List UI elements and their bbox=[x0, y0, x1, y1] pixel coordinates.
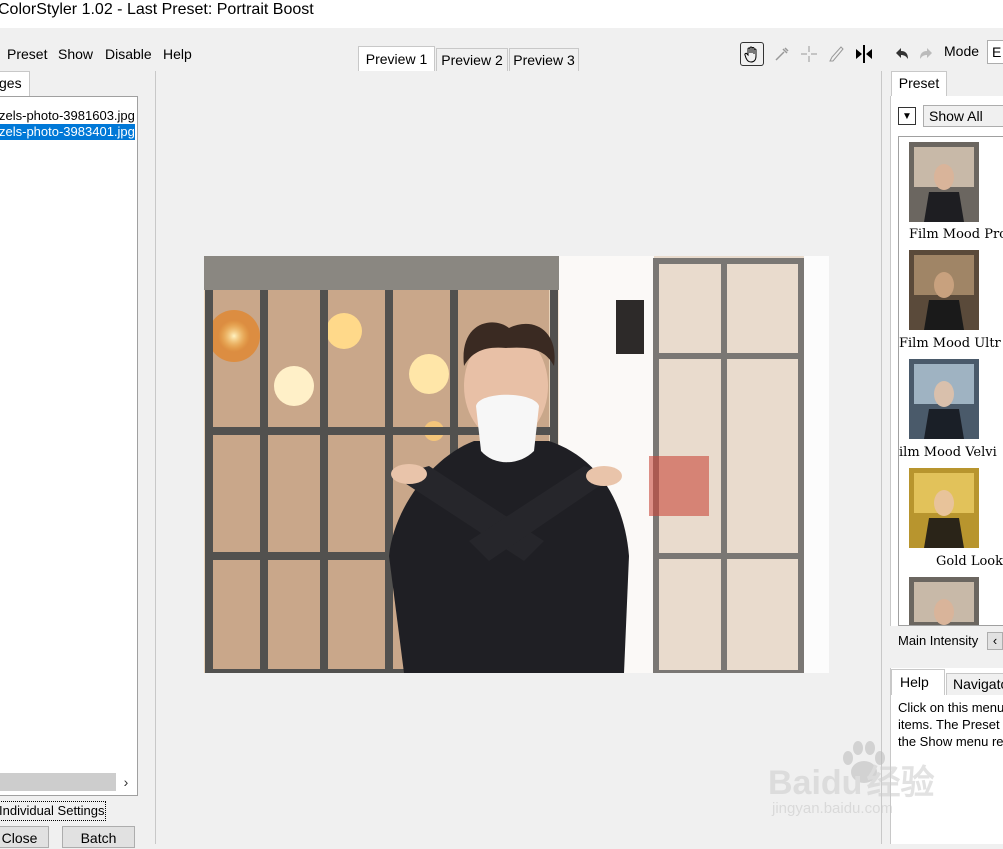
split-compare-icon[interactable] bbox=[852, 42, 876, 66]
title-bar: ColorStyler 1.02 - Last Preset: Portrait… bbox=[0, 0, 1003, 28]
tab-preview-2[interactable]: Preview 2 bbox=[436, 48, 508, 71]
tab-navigator[interactable]: Navigato bbox=[946, 673, 1003, 695]
crosshair-icon[interactable] bbox=[797, 42, 821, 66]
image-file-list[interactable]: zels-photo-3981603.jpg zels-photo-398340… bbox=[0, 96, 138, 796]
scrollbar-thumb[interactable] bbox=[0, 773, 116, 791]
file-item[interactable]: zels-photo-3981603.jpg bbox=[0, 108, 135, 124]
brush-icon[interactable] bbox=[825, 42, 849, 66]
close-button[interactable]: Close bbox=[0, 826, 49, 848]
hand-tool-icon[interactable] bbox=[740, 42, 764, 66]
menu-disable[interactable]: Disable bbox=[105, 46, 152, 62]
menu-help[interactable]: Help bbox=[163, 46, 192, 62]
dropdown-arrow-icon[interactable]: ▼ bbox=[898, 107, 916, 125]
preset-label[interactable]: Gold Look bbox=[936, 554, 1003, 569]
window-title: ColorStyler 1.02 - Last Preset: Portrait… bbox=[0, 1, 314, 18]
preset-label[interactable]: ilm Mood Velvi bbox=[899, 445, 997, 460]
preset-thumbnail[interactable] bbox=[909, 250, 979, 330]
help-text-line: Click on this menu bbox=[898, 700, 1003, 715]
preset-panel: ▼ Show All Film Mood Pro Film Mood Ultr … bbox=[890, 96, 1003, 626]
mode-label: Mode bbox=[944, 43, 980, 59]
menu-show[interactable]: Show bbox=[58, 46, 93, 62]
chevron-left-icon[interactable]: ‹ bbox=[987, 632, 1003, 650]
redo-icon[interactable] bbox=[914, 42, 938, 66]
preset-thumbnail[interactable] bbox=[909, 142, 979, 222]
preset-thumbnail[interactable] bbox=[909, 359, 979, 439]
watermark-brand: Baidu 经验 bbox=[768, 755, 934, 804]
menu-preset[interactable]: Preset bbox=[7, 46, 47, 62]
baidu-watermark: Baidu 经验 jingyan.baidu.com bbox=[768, 740, 978, 825]
tab-preview-1[interactable]: Preview 1 bbox=[358, 46, 435, 71]
eyedropper-icon[interactable] bbox=[770, 42, 794, 66]
preset-label[interactable]: Film Mood Pro bbox=[909, 227, 1003, 242]
watermark-url: jingyan.baidu.com bbox=[772, 800, 893, 817]
watermark-cn: 经验 bbox=[866, 764, 935, 802]
preset-label[interactable]: Film Mood Ultr bbox=[899, 336, 1001, 351]
main-intensity-label: Main Intensity bbox=[898, 633, 979, 648]
mode-select[interactable]: E bbox=[987, 40, 1003, 64]
file-item-selected[interactable]: zels-photo-3983401.jpg bbox=[0, 124, 135, 140]
individual-settings-checkbox[interactable]: Individual Settings bbox=[0, 801, 106, 821]
preset-list[interactable]: Film Mood Pro Film Mood Ultr ilm Mood Ve… bbox=[898, 136, 1003, 626]
undo-icon[interactable] bbox=[890, 42, 914, 66]
preset-thumbnail[interactable] bbox=[909, 468, 979, 548]
batch-button[interactable]: Batch bbox=[62, 826, 135, 848]
preset-thumbnail[interactable] bbox=[909, 577, 979, 625]
tab-preset[interactable]: Preset bbox=[891, 71, 947, 96]
scroll-right-icon[interactable]: › bbox=[117, 773, 135, 791]
preview-photo bbox=[204, 256, 829, 673]
help-text-line: items. The Preset bbox=[898, 717, 1000, 732]
preset-filter-select[interactable]: Show All bbox=[923, 105, 1003, 127]
tab-preview-3[interactable]: Preview 3 bbox=[509, 48, 579, 71]
tab-help[interactable]: Help bbox=[891, 669, 945, 695]
watermark-brand-text: Baidu bbox=[768, 764, 863, 802]
tab-images[interactable]: ges bbox=[0, 71, 30, 96]
